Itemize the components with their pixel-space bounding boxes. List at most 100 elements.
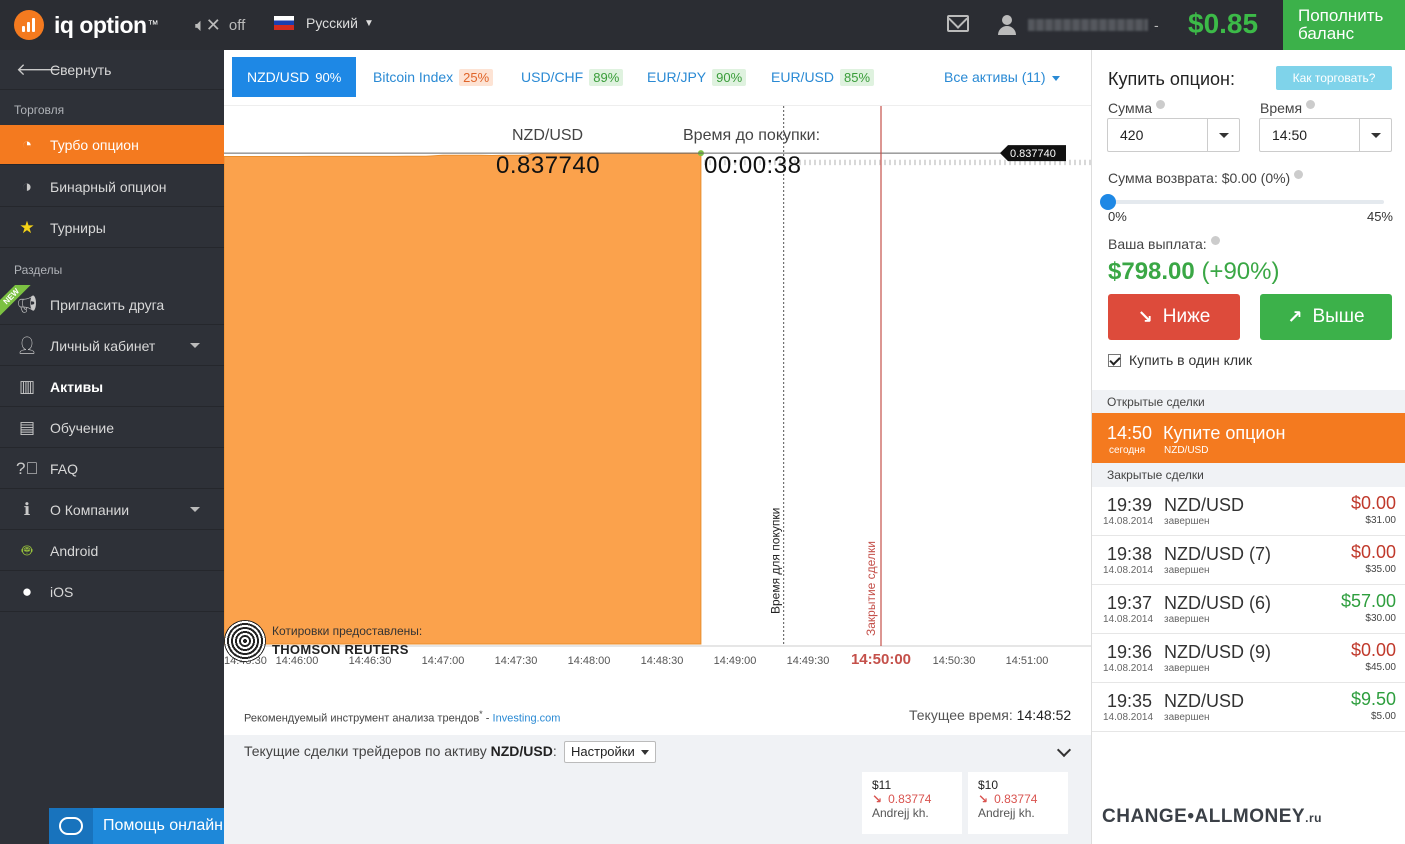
sidebar-section-trading: Торговля bbox=[14, 103, 65, 117]
info-icon: ℹ bbox=[23, 499, 31, 519]
star-icon: ★ bbox=[19, 217, 35, 237]
language-selector[interactable]: Русский ▼ bbox=[274, 15, 374, 31]
watermark-main: CHANGE•ALLMONEY bbox=[1102, 806, 1306, 827]
call-button[interactable]: ↗ Выше bbox=[1260, 294, 1392, 340]
trader-card[interactable]: $11 0.83774 Andrejj kh. bbox=[862, 772, 962, 834]
sidebar-item-faq[interactable]: ?⃝ FAQ bbox=[0, 449, 224, 489]
amount-select[interactable]: 420 bbox=[1107, 118, 1240, 152]
trader-card[interactable]: $10 0.83774 Andrejj kh. bbox=[968, 772, 1068, 834]
sidebar-item-android[interactable]: 🤖︎ Android bbox=[0, 531, 224, 571]
x-tick-label: 14:50:30 bbox=[933, 655, 976, 667]
help-icon[interactable] bbox=[1156, 100, 1165, 109]
tab-eur-jpy[interactable]: EUR/JPY 90% bbox=[647, 57, 747, 97]
closed-deal-row[interactable]: 19:38 14.08.2014 NZD/USD (7) завершен $0… bbox=[1092, 536, 1405, 585]
deal-date: 14.08.2014 bbox=[1103, 614, 1154, 625]
tab-percent: 90% bbox=[315, 69, 342, 85]
settings-dropdown[interactable]: Настройки bbox=[564, 741, 656, 763]
closed-deal-row[interactable]: 19:37 14.08.2014 NZD/USD (6) завершен $5… bbox=[1092, 585, 1405, 634]
app-root: iq option ™ 🔈︎✕ off Русский ▼ - $0.85 Поп… bbox=[0, 0, 1405, 844]
price-chart[interactable]: 0.83790.83780.83770.83760.83750.83740.83… bbox=[224, 106, 1091, 672]
arrow-left-icon: 🡐 bbox=[16, 59, 62, 79]
trader-amount: $11 bbox=[872, 778, 892, 792]
quotes-provided-label: Котировки предоставлены: bbox=[272, 624, 423, 638]
deal-profit: $0.00 bbox=[1350, 640, 1396, 660]
chevron-down-icon: ▼ bbox=[363, 17, 374, 29]
closed-deals-title: Закрытые сделки bbox=[1107, 468, 1204, 482]
all-assets-dropdown[interactable]: Все активы (11) bbox=[944, 69, 1060, 85]
help-online-button[interactable]: Помощь онлайн bbox=[49, 808, 224, 844]
deal-date: 14.08.2014 bbox=[1103, 565, 1154, 576]
chart-asset-label: NZD/USD bbox=[512, 127, 584, 144]
sidebar-item-invite[interactable]: NEW 📢︎ Пригласить друга bbox=[0, 285, 224, 325]
chevron-down-icon bbox=[1051, 75, 1060, 81]
user-name-blurred bbox=[1028, 19, 1148, 31]
deposit-button[interactable]: Пополнить баланс bbox=[1283, 0, 1405, 50]
sidebar-item-cabinet[interactable]: 👤︎ Личный кабинет bbox=[0, 326, 224, 366]
user-menu[interactable]: - bbox=[998, 15, 1159, 35]
sidebar-item-turbo[interactable]: ◔ Турбо опцион bbox=[0, 125, 224, 165]
chevron-down-icon bbox=[190, 507, 200, 512]
sidebar-collapse-label: Свернуть bbox=[50, 61, 112, 78]
user-icon bbox=[998, 15, 1016, 35]
deal-asset: NZD/USD (9) bbox=[1164, 642, 1271, 662]
balance: $0.85 bbox=[1188, 8, 1259, 39]
sidebar-item-label: Турниры bbox=[50, 219, 106, 236]
chevron-down-icon bbox=[640, 750, 649, 756]
sidebar-item-assets[interactable]: ▥ Активы bbox=[0, 367, 224, 407]
sidebar-item-label: Бинарный опцион bbox=[50, 178, 167, 195]
chevron-down-icon bbox=[1359, 119, 1391, 151]
half-circle-icon: ◑ bbox=[21, 176, 33, 196]
buy-time-label: Время для покупки bbox=[769, 508, 783, 614]
x-tick-label: 14:48:30 bbox=[641, 655, 684, 667]
traders-panel: Текущие сделки трейдеров по активу NZD/U… bbox=[224, 735, 1091, 844]
help-icon[interactable] bbox=[1294, 170, 1304, 179]
deposit-label-line1: Пополнить bbox=[1298, 6, 1384, 25]
help-icon[interactable] bbox=[1306, 100, 1316, 109]
book-icon: ▤ bbox=[18, 417, 36, 437]
tab-usd-chf[interactable]: USD/CHF 89% bbox=[521, 57, 624, 97]
deal-investment: $45.00 bbox=[1365, 662, 1396, 673]
tab-bitcoin-index[interactable]: Bitcoin Index 25% bbox=[373, 57, 494, 97]
price-area bbox=[224, 152, 702, 645]
watermark: CHANGE•ALLMONEY.ru bbox=[1102, 806, 1322, 828]
settings-label: Настройки bbox=[571, 744, 635, 759]
quotes-provider: Котировки предоставлены: THOMSON REUTERS bbox=[224, 618, 444, 662]
recommend-text: Рекомендуемый инструмент анализа трендов bbox=[244, 712, 480, 725]
slider-handle[interactable] bbox=[1100, 194, 1116, 210]
x-tick-label: 14:49:30 bbox=[787, 655, 830, 667]
help-icon[interactable] bbox=[1210, 236, 1220, 245]
refund-slider[interactable] bbox=[1100, 194, 1384, 210]
sidebar-item-tournaments[interactable]: ★ Турниры bbox=[0, 208, 224, 248]
sidebar-collapse[interactable]: 🡐 Свернуть bbox=[0, 50, 224, 90]
one-click-checkbox[interactable]: Купить в один клик bbox=[1108, 352, 1252, 368]
closed-deal-row[interactable]: 19:39 14.08.2014 NZD/USD завершен $0.00 … bbox=[1092, 487, 1405, 536]
tab-percent: 25% bbox=[459, 68, 494, 86]
closed-deal-row[interactable]: 19:36 14.08.2014 NZD/USD (9) завершен $0… bbox=[1092, 634, 1405, 683]
trader-price: 0.83774 bbox=[978, 792, 1058, 806]
sidebar-item-company[interactable]: ℹ О Компании bbox=[0, 490, 224, 530]
sound-toggle[interactable]: 🔈︎✕ off bbox=[195, 15, 245, 36]
time-label-text: Время bbox=[1260, 100, 1303, 116]
sidebar-item-binary[interactable]: ◑ Бинарный опцион bbox=[0, 167, 224, 207]
mail-icon[interactable] bbox=[947, 15, 969, 32]
open-deal-item[interactable]: 14:50 сегодня Купите опцион NZD/USD bbox=[1092, 413, 1405, 463]
tab-nzd-usd[interactable]: NZD/USD 90% bbox=[232, 57, 357, 97]
put-button[interactable]: ↘ Ниже bbox=[1108, 294, 1240, 340]
trader-name: Andrejj kh. bbox=[978, 806, 1035, 820]
tab-eur-usd[interactable]: EUR/USD 85% bbox=[771, 57, 875, 97]
closed-deal-row[interactable]: 19:35 14.08.2014 NZD/USD завершен $9.50 … bbox=[1092, 683, 1405, 732]
logo[interactable]: iq option ™ bbox=[14, 8, 159, 42]
collapse-chevron-icon[interactable] bbox=[1056, 742, 1072, 758]
deal-status: завершен bbox=[1164, 516, 1210, 527]
call-label: Выше bbox=[1312, 306, 1365, 327]
sidebar-section-sections: Разделы bbox=[14, 263, 63, 277]
open-deals-title: Открытые сделки bbox=[1107, 395, 1205, 409]
sidebar-item-ios[interactable]: ● iOS bbox=[0, 572, 224, 612]
deal-status: завершен bbox=[1164, 565, 1210, 576]
sidebar-item-education[interactable]: ▤ Обучение bbox=[0, 408, 224, 448]
traders-asset: NZD/USD bbox=[490, 743, 553, 759]
put-label: Ниже bbox=[1162, 306, 1211, 327]
investing-link[interactable]: Investing.com bbox=[493, 713, 561, 725]
how-to-trade-button[interactable]: Как торговать? bbox=[1276, 66, 1392, 90]
time-select[interactable]: 14:50 bbox=[1259, 118, 1392, 152]
